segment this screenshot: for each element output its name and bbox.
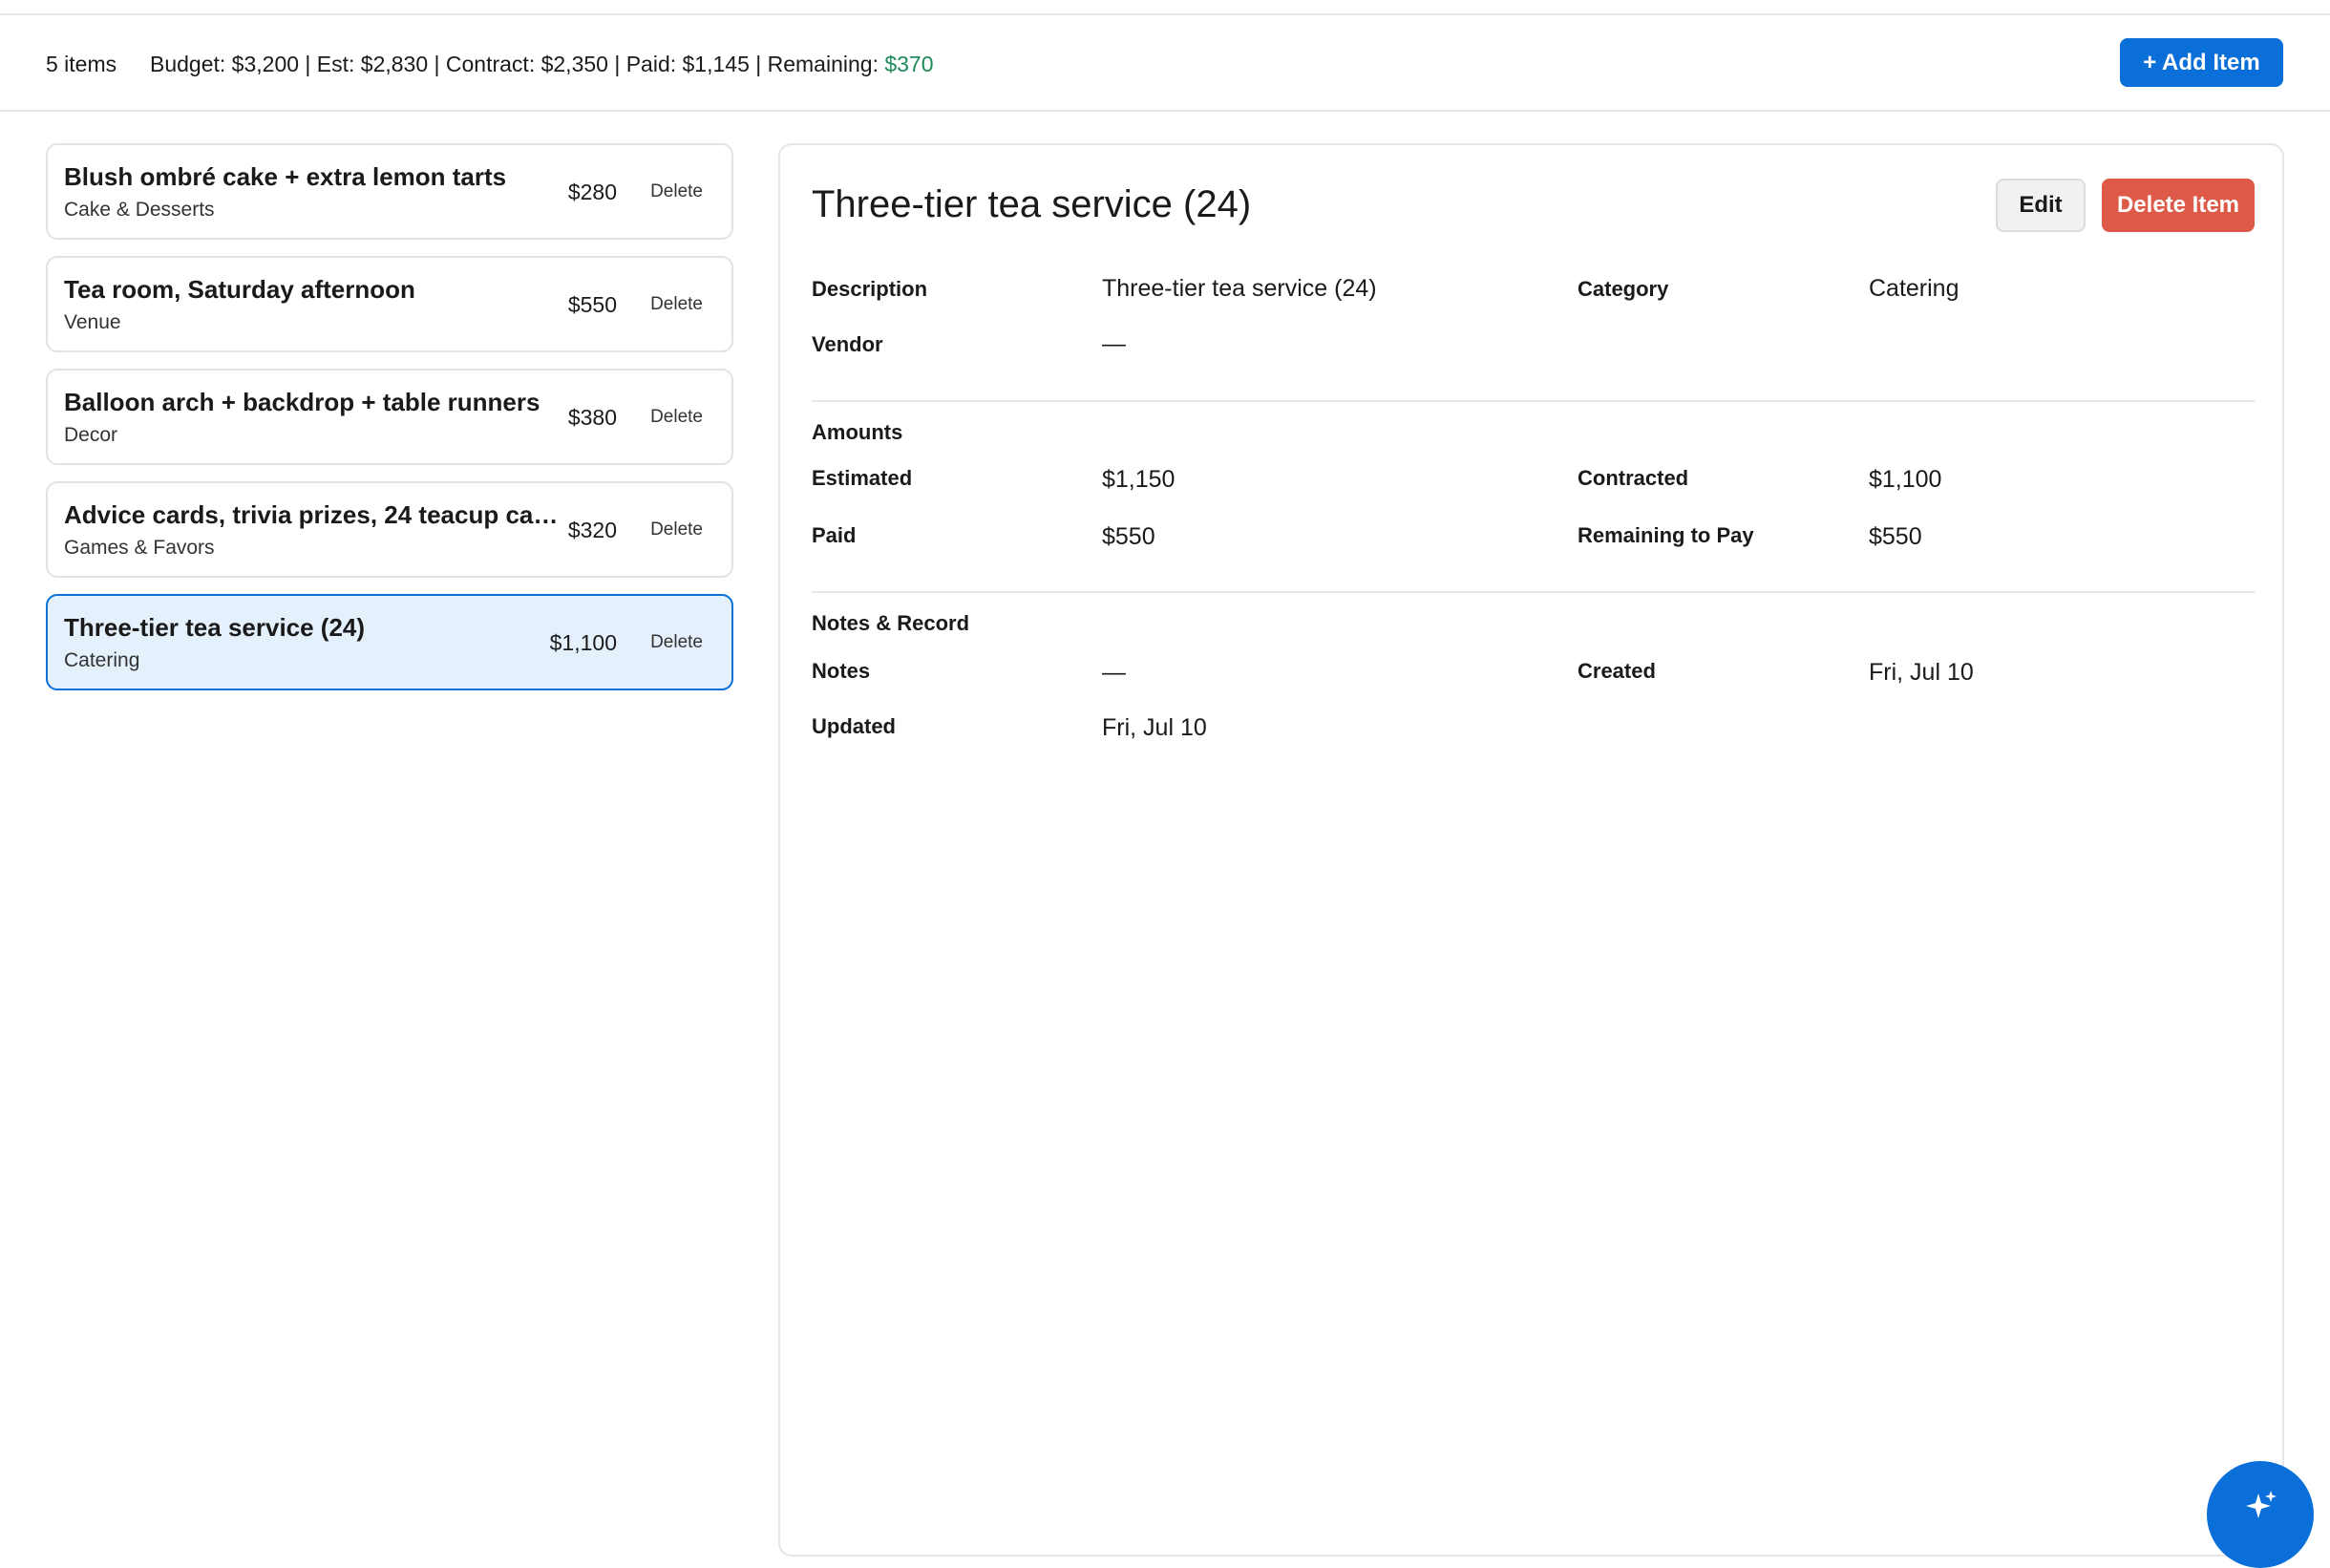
item-list: Blush ombré cake + extra lemon tarts Cak… <box>46 143 733 707</box>
estimated-value: $1,150 <box>1102 466 1176 493</box>
item-delete-button[interactable]: Delete <box>650 632 703 653</box>
item-title: Three-tier tea service (24) <box>64 613 366 642</box>
item-amount: $1,100 <box>549 630 617 655</box>
edit-button[interactable]: Edit <box>1996 179 2086 232</box>
item-title: Balloon arch + backdrop + table runners <box>64 388 540 416</box>
item-title: Tea room, Saturday afternoon <box>64 275 415 304</box>
item-delete-button[interactable]: Delete <box>650 407 703 428</box>
detail-title: Three-tier tea service (24) <box>812 183 1252 225</box>
item-delete-button[interactable]: Delete <box>650 519 703 540</box>
budget-summary-text: Budget: $3,200 | Est: $2,830 | Contract:… <box>150 52 885 76</box>
created-label: Created <box>1578 659 1656 683</box>
list-item[interactable]: Balloon arch + backdrop + table runners … <box>46 369 733 465</box>
item-category: Games & Favors <box>64 537 215 559</box>
created-value: Fri, Jul 10 <box>1869 659 1974 686</box>
list-item-selected[interactable]: Three-tier tea service (24) Catering $1,… <box>46 594 733 690</box>
sparkle-icon <box>2246 1491 2277 1518</box>
item-category: Cake & Desserts <box>64 199 215 221</box>
item-title: Blush ombré cake + extra lemon tarts <box>64 162 507 191</box>
contracted-label: Contracted <box>1578 466 1689 490</box>
vendor-value: — <box>1102 330 1126 357</box>
category-label: Category <box>1578 277 1669 301</box>
estimated-label: Estimated <box>812 466 913 490</box>
item-amount: $320 <box>567 518 617 542</box>
item-category: Venue <box>64 311 121 333</box>
item-amount: $380 <box>567 405 617 430</box>
paid-value: $550 <box>1102 523 1155 550</box>
section-divider <box>812 400 2255 402</box>
item-category: Catering <box>64 649 140 671</box>
item-title: Advice cards, trivia prizes, 24 teacup c… <box>64 500 561 529</box>
delete-item-button[interactable]: Delete Item <box>2102 179 2255 232</box>
updated-label: Updated <box>812 714 896 738</box>
notes-value: — <box>1102 659 1126 686</box>
item-amount: $550 <box>567 292 617 317</box>
summary-bar: 5 items Budget: $3,200 | Est: $2,830 | C… <box>0 15 2330 112</box>
description-value: Three-tier tea service (24) <box>1102 275 1377 302</box>
vendor-label: Vendor <box>812 332 883 356</box>
item-detail-panel: Three-tier tea service (24) Edit Delete … <box>778 143 2284 1557</box>
list-item[interactable]: Blush ombré cake + extra lemon tarts Cak… <box>46 143 733 240</box>
remaining-amount: $370 <box>884 52 934 76</box>
notes-section-title: Notes & Record <box>812 611 970 635</box>
item-delete-button[interactable]: Delete <box>650 294 703 315</box>
add-item-button[interactable]: + Add Item <box>2120 38 2283 87</box>
paid-label: Paid <box>812 523 857 547</box>
item-delete-button[interactable]: Delete <box>650 181 703 202</box>
remaining-to-pay-value: $550 <box>1869 523 1922 550</box>
remaining-to-pay-label: Remaining to Pay <box>1578 523 1754 547</box>
item-amount: $280 <box>567 180 617 204</box>
item-category: Decor <box>64 424 118 446</box>
list-item[interactable]: Tea room, Saturday afternoon Venue $550 … <box>46 256 733 352</box>
category-value: Catering <box>1869 275 1959 302</box>
updated-value: Fri, Jul 10 <box>1102 714 1207 741</box>
description-label: Description <box>812 277 928 301</box>
section-divider <box>812 591 2255 593</box>
list-item[interactable]: Advice cards, trivia prizes, 24 teacup c… <box>46 481 733 578</box>
notes-label: Notes <box>812 659 871 683</box>
contracted-value: $1,100 <box>1869 466 1942 493</box>
amounts-section-title: Amounts <box>812 420 903 444</box>
budget-summary: Budget: $3,200 | Est: $2,830 | Contract:… <box>150 52 934 77</box>
item-count: 5 items <box>46 52 117 76</box>
assistant-fab-button[interactable] <box>2207 1461 2314 1568</box>
